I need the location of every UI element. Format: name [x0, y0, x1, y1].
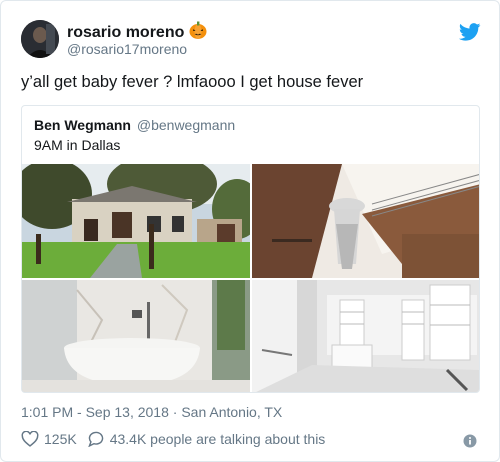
quoted-author-handle[interactable]: @benwegmann — [137, 117, 235, 133]
meta-separator: · — [172, 404, 178, 420]
like-count: 125K — [44, 431, 77, 447]
tweet-actions: 125K 43.4K people are talking about this — [21, 431, 335, 447]
timestamp[interactable]: 1:01 PM - Sep 13, 2018 — [21, 404, 169, 420]
like-button[interactable]: 125K — [21, 431, 77, 447]
photo-bathtub[interactable] — [22, 280, 250, 392]
pumpkin-icon — [189, 21, 207, 39]
author-handle[interactable]: @rosario17moreno — [67, 41, 187, 57]
heart-icon — [21, 431, 39, 447]
quoted-tweet-text: 9AM in Dallas — [34, 137, 121, 153]
avatar[interactable] — [21, 20, 59, 58]
twitter-bird-icon[interactable] — [459, 23, 481, 41]
quoted-author[interactable]: Ben Wegmann @benwegmann — [34, 117, 235, 133]
quoted-author-name[interactable]: Ben Wegmann — [34, 117, 131, 133]
pumpkin-emoji — [188, 20, 208, 45]
embedded-tweet-card: rosario moreno @rosario17moreno y’all ge… — [0, 0, 500, 462]
photo-staircase[interactable] — [252, 164, 479, 278]
tweet-meta: 1:01 PM - Sep 13, 2018 · San Antonio, TX — [21, 404, 282, 420]
info-icon[interactable] — [463, 434, 477, 448]
photo-grid — [22, 164, 479, 392]
quoted-tweet[interactable]: Ben Wegmann @benwegmann 9AM in Dallas — [21, 105, 480, 393]
speech-bubble-icon — [87, 431, 103, 447]
tweet-text: y’all get baby fever ? lmfaooo I get hou… — [21, 73, 364, 91]
photo-house-exterior[interactable] — [22, 164, 250, 278]
reply-button[interactable]: 43.4K people are talking about this — [87, 431, 326, 447]
author-name[interactable]: rosario moreno — [67, 24, 184, 42]
location[interactable]: San Antonio, TX — [181, 404, 282, 420]
photo-closet[interactable] — [252, 280, 479, 392]
conversation-text: 43.4K people are talking about this — [109, 431, 326, 447]
